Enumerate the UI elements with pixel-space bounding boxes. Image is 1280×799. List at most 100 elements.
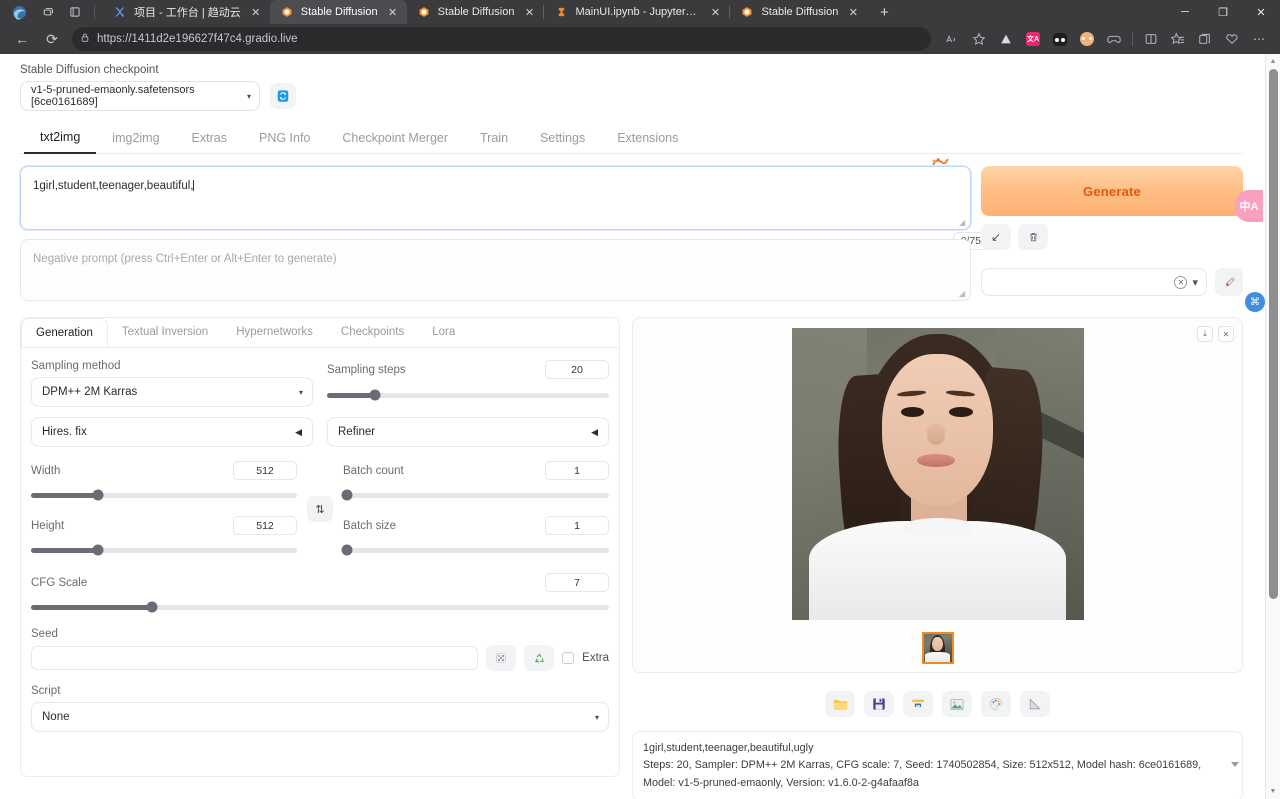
sampling-method-dropdown[interactable]: DPM++ 2M Karras ▾ — [31, 377, 313, 407]
tab-close-icon[interactable]: ✕ — [521, 4, 537, 20]
batch-size-slider[interactable] — [341, 543, 609, 557]
drop-favorites-icon[interactable] — [1219, 26, 1245, 52]
slider-knob[interactable] — [369, 389, 381, 401]
close-gallery-icon[interactable]: ✕ — [1218, 326, 1234, 342]
subtab-hypernetworks[interactable]: Hypernetworks — [222, 318, 327, 347]
reload-button[interactable]: ⟳ — [38, 26, 66, 52]
send-to-inpaint-icon[interactable] — [981, 691, 1011, 717]
info-scrollbar[interactable] — [1230, 736, 1239, 796]
slider-knob[interactable] — [341, 489, 353, 501]
browser-tab-4[interactable]: Stable Diffusion ✕ — [730, 0, 867, 24]
seed-input[interactable] — [31, 646, 479, 670]
clear-styles-icon[interactable]: ✕ — [1174, 275, 1188, 289]
scrollbar-track[interactable] — [1266, 69, 1280, 784]
maximize-button[interactable]: ❐ — [1204, 0, 1242, 24]
batch-size-input[interactable]: 1 — [545, 516, 609, 535]
batch-count-slider[interactable] — [341, 488, 609, 502]
sampling-steps-slider[interactable] — [327, 388, 609, 402]
refiner-accordion[interactable]: Refiner ◀ — [327, 417, 609, 447]
collections-icon[interactable] — [1165, 26, 1191, 52]
shortcut-widget-icon[interactable]: ⌘ — [1245, 292, 1265, 312]
browser-tab-2[interactable]: Stable Diffusion ✕ — [407, 0, 544, 24]
panda-icon[interactable] — [1047, 26, 1073, 52]
script-dropdown[interactable]: None ▾ — [31, 702, 609, 732]
download-image-icon[interactable]: ⤓ — [1197, 326, 1213, 342]
send-to-extras-icon[interactable] — [1020, 691, 1050, 717]
close-window-button[interactable]: ✕ — [1242, 0, 1280, 24]
tab-actions-icon[interactable] — [62, 1, 88, 23]
browser-tab-0[interactable]: 项目 - 工作台 | 趋动云 ✕ — [103, 0, 270, 24]
slider-knob[interactable] — [92, 544, 103, 556]
styles-dropdown[interactable]: ✕ ▾ — [981, 268, 1207, 296]
resize-handle[interactable]: ◢ — [959, 219, 967, 227]
send-to-img2img-icon[interactable] — [942, 691, 972, 717]
slider-knob[interactable] — [146, 601, 158, 613]
tab-txt2img[interactable]: txt2img — [24, 123, 97, 154]
extra-seed-checkbox[interactable] — [562, 652, 575, 664]
tab-checkpoint-merger[interactable]: Checkpoint Merger — [326, 124, 464, 153]
translate-icon[interactable]: 文A — [1020, 26, 1046, 52]
random-seed-button[interactable] — [486, 645, 517, 671]
gallery-thumbnail[interactable] — [921, 632, 954, 664]
read-aloud-icon[interactable] — [939, 26, 965, 52]
save-icon[interactable] — [864, 691, 894, 717]
cfg-scale-slider[interactable] — [31, 600, 609, 614]
copilot-icon[interactable] — [34, 1, 60, 23]
tab-close-icon[interactable]: ✕ — [845, 4, 861, 20]
restore-progress-button[interactable]: ↙ — [981, 224, 1011, 250]
tab-png-info[interactable]: PNG Info — [243, 124, 326, 153]
apply-style-button[interactable] — [1215, 268, 1243, 296]
save-zip-icon[interactable] — [903, 691, 933, 717]
split-pane-icon[interactable] — [1138, 26, 1164, 52]
browser-essentials-icon[interactable] — [1192, 26, 1218, 52]
resize-handle[interactable]: ◢ — [959, 290, 967, 298]
generated-image[interactable] — [791, 328, 1084, 620]
tab-img2img[interactable]: img2img — [96, 124, 175, 153]
open-folder-icon[interactable] — [825, 691, 855, 717]
browser-tab-3[interactable]: MainUI.ipynb - JupyterLab ✕ — [544, 0, 729, 24]
clear-prompt-button[interactable] — [1018, 224, 1048, 250]
positive-prompt-textarea[interactable]: 1girl,student,teenager,beautiful, ◢ — [20, 166, 971, 230]
swap-dimensions-button[interactable]: ⇅ — [307, 496, 333, 522]
split-screen-icon[interactable] — [993, 26, 1019, 52]
height-input[interactable]: 512 — [233, 516, 297, 535]
new-tab-button[interactable]: + — [871, 1, 897, 23]
tab-close-icon[interactable]: ✕ — [707, 4, 723, 20]
scroll-down-arrow-icon[interactable]: ▼ — [1266, 784, 1280, 799]
tab-close-icon[interactable]: ✕ — [385, 4, 401, 20]
tab-extensions[interactable]: Extensions — [601, 124, 694, 153]
cfg-scale-input[interactable]: 7 — [545, 573, 609, 592]
width-slider[interactable] — [31, 488, 297, 502]
more-options-icon[interactable]: ⋯ — [1246, 26, 1272, 52]
slider-knob[interactable] — [341, 544, 353, 556]
batch-count-input[interactable]: 1 — [545, 461, 609, 480]
favorite-star-icon[interactable] — [966, 26, 992, 52]
subtab-textual-inversion[interactable]: Textual Inversion — [108, 318, 222, 347]
profile-icon[interactable] — [1074, 26, 1100, 52]
scroll-up-arrow-icon[interactable]: ▲ — [1266, 54, 1280, 69]
games-icon[interactable] — [1101, 26, 1127, 52]
subtab-checkpoints[interactable]: Checkpoints — [327, 318, 418, 347]
height-slider[interactable] — [31, 543, 297, 557]
refresh-checkpoints-button[interactable] — [270, 83, 296, 109]
subtab-lora[interactable]: Lora — [418, 318, 469, 347]
browser-tab-1[interactable]: Stable Diffusion ✕ — [269, 0, 407, 24]
translate-widget[interactable]: 中A — [1235, 190, 1263, 222]
tab-close-icon[interactable]: ✕ — [248, 4, 264, 20]
sampling-steps-input[interactable]: 20 — [545, 360, 609, 379]
negative-prompt-textarea[interactable]: Negative prompt (press Ctrl+Enter or Alt… — [20, 239, 971, 301]
width-input[interactable]: 512 — [233, 461, 297, 480]
tab-settings[interactable]: Settings — [524, 124, 601, 153]
slider-knob[interactable] — [92, 489, 103, 501]
minimize-button[interactable]: ─ — [1166, 0, 1204, 24]
tab-extras[interactable]: Extras — [176, 124, 243, 153]
generate-button[interactable]: Generate — [981, 166, 1243, 216]
address-bar[interactable]: https://1411d2e196627f47c4.gradio.live — [72, 27, 931, 51]
reuse-seed-button[interactable] — [524, 645, 555, 671]
page-scrollbar[interactable]: ▲ ▼ — [1265, 54, 1280, 799]
subtab-generation[interactable]: Generation — [21, 318, 108, 347]
back-button[interactable]: ← — [8, 26, 36, 52]
tab-train[interactable]: Train — [464, 124, 524, 153]
scrollbar-thumb[interactable] — [1268, 69, 1278, 599]
hires-fix-accordion[interactable]: Hires. fix ◀ — [31, 417, 313, 447]
